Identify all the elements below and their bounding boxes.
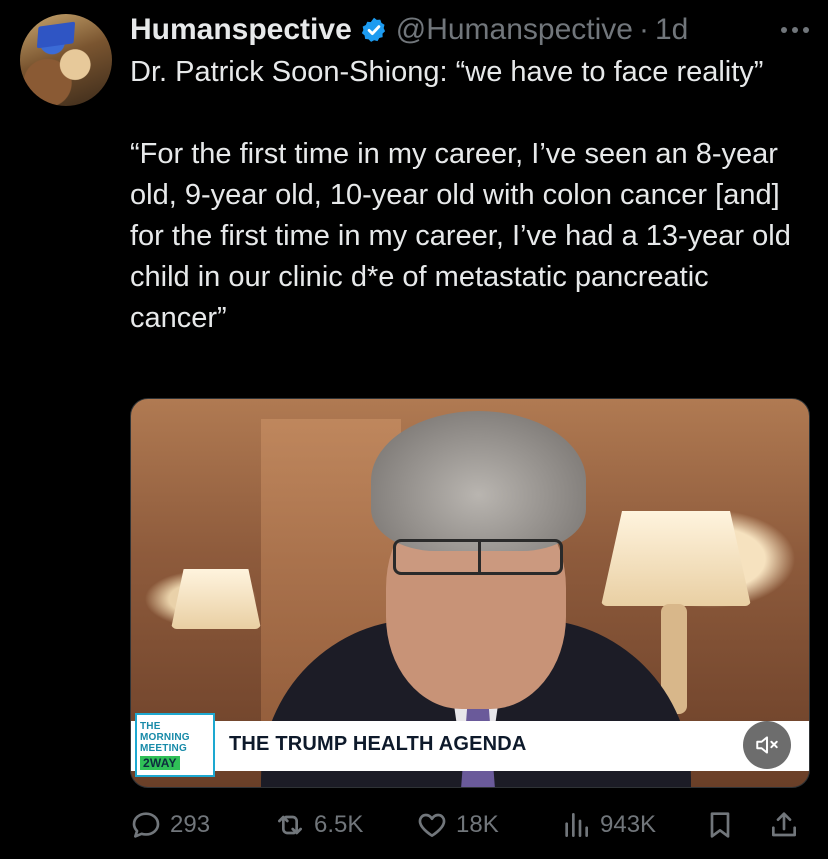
reply-button[interactable]: 293 xyxy=(130,805,210,845)
share-icon xyxy=(772,812,796,837)
share-button[interactable] xyxy=(768,805,808,845)
video-headline: THE TRUMP HEALTH AGENDA xyxy=(229,733,527,755)
author-avatar[interactable] xyxy=(20,14,112,106)
more-options-button[interactable] xyxy=(780,10,810,50)
reply-icon xyxy=(132,812,160,838)
repost-count: 6.5K xyxy=(314,811,364,838)
verified-badge-icon xyxy=(361,17,385,42)
post-text: Dr. Patrick Soon-Shiong: “we have to fac… xyxy=(130,56,791,334)
author-handle[interactable]: @Humanspective xyxy=(396,13,633,47)
video-player[interactable]: THE MORNING MEETING 2WAY THE TRUMP HEALT… xyxy=(130,398,810,788)
speaker-muted-icon xyxy=(756,736,778,754)
mute-button[interactable] xyxy=(743,721,791,769)
lamp-small xyxy=(171,569,261,629)
avatar-artwork xyxy=(36,21,76,49)
show-logo: THE MORNING MEETING 2WAY xyxy=(135,713,215,777)
lamp xyxy=(601,511,751,606)
logo-line-3: MEETING xyxy=(140,742,187,754)
view-count: 943K xyxy=(600,811,657,838)
post-header: Humanspective @Humanspective · 1d xyxy=(130,10,810,50)
bookmark-icon xyxy=(710,812,730,838)
heart-icon xyxy=(418,813,446,837)
reply-count: 293 xyxy=(170,811,211,838)
like-button[interactable]: 18K xyxy=(416,805,499,845)
analytics-icon xyxy=(565,813,588,837)
speaker-hair xyxy=(371,411,586,551)
speaker-glasses xyxy=(393,539,563,575)
like-count: 18K xyxy=(456,811,499,838)
logo-line-1: THE xyxy=(140,720,161,732)
repost-button[interactable]: 6.5K xyxy=(274,805,363,845)
more-horizontal-icon xyxy=(781,27,809,33)
repost-icon xyxy=(278,815,302,835)
bookmark-button[interactable] xyxy=(704,805,744,845)
separator-dot: · xyxy=(638,13,649,46)
post-timestamp[interactable]: 1d xyxy=(655,13,688,47)
views-button[interactable]: 943K xyxy=(560,805,656,845)
logo-brand: 2WAY xyxy=(140,755,180,770)
lower-third-banner: THE MORNING MEETING 2WAY THE TRUMP HEALT… xyxy=(131,713,809,777)
author-display-name[interactable]: Humanspective xyxy=(130,13,352,47)
action-bar: 293 6.5K 18K 943K xyxy=(130,805,810,845)
logo-line-2: MORNING xyxy=(140,731,190,743)
